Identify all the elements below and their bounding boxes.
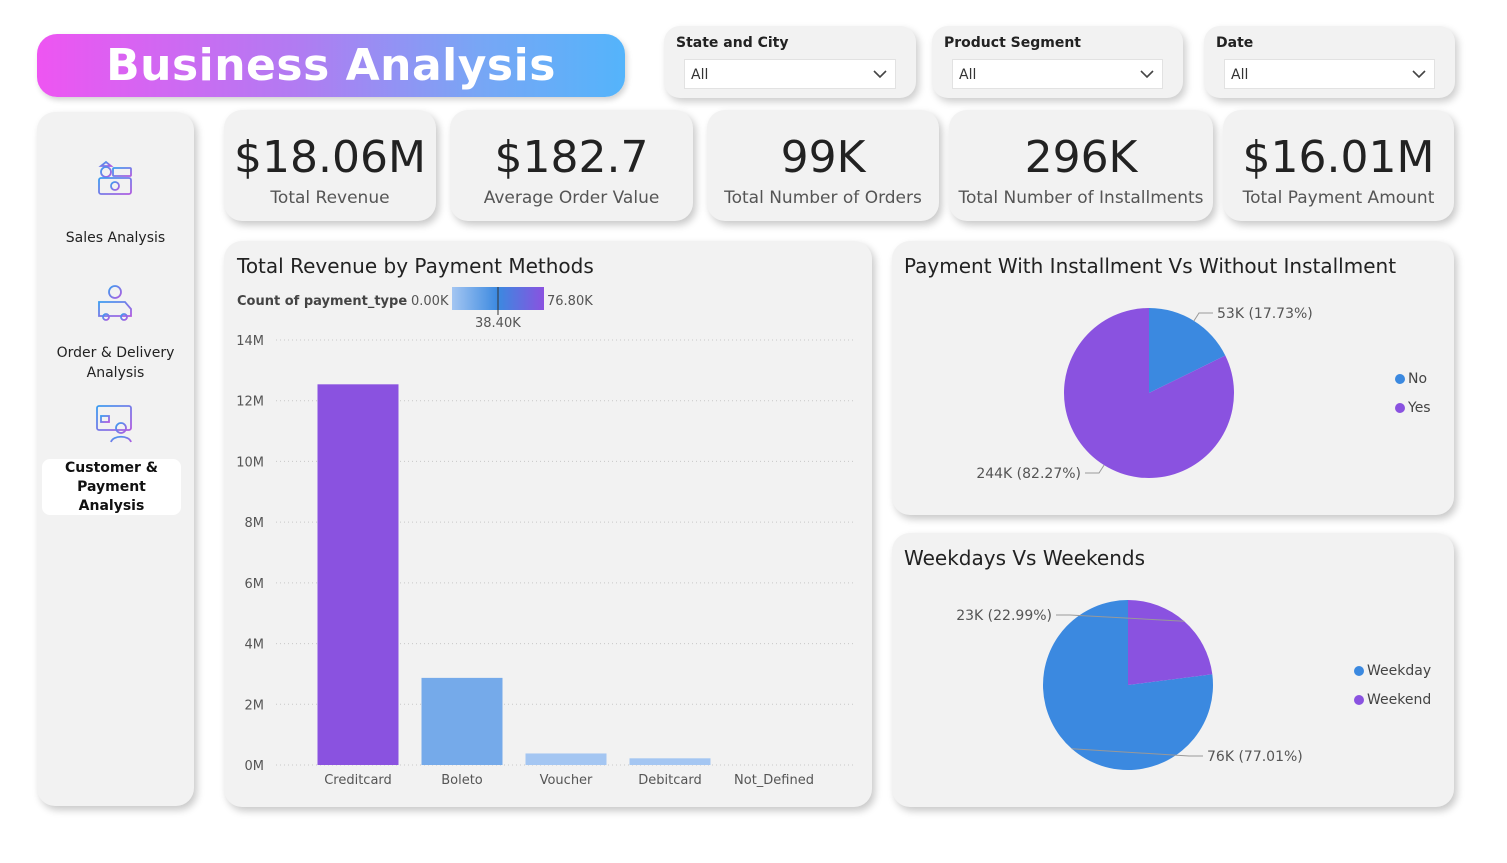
- x-tick-label: Boleto: [441, 773, 483, 788]
- state-city-dropdown[interactable]: All: [684, 59, 896, 89]
- legend-item-yes[interactable]: Yes: [1395, 400, 1431, 416]
- kpi-value: $182.7: [494, 132, 649, 183]
- sidebar-item-order-delivery[interactable]: Order & Delivery Analysis: [37, 343, 194, 383]
- y-tick-label: 14M: [236, 334, 264, 349]
- sidebar-item-label: Customer & Payment Analysis: [65, 459, 158, 514]
- slice-data-label: 53K (17.73%): [1217, 306, 1313, 322]
- revenue-by-payment-card: Total Revenue by Payment Methods Count o…: [224, 241, 872, 807]
- kpi-value: 296K: [1024, 132, 1138, 183]
- slicer-label: State and City: [676, 35, 789, 51]
- legend-dot: [1354, 666, 1364, 676]
- legend-dot: [1395, 403, 1405, 413]
- y-tick-label: 10M: [236, 455, 264, 470]
- kpi-value: $18.06M: [234, 132, 426, 183]
- dashboard: Business Analysis State and City All Pro…: [0, 0, 1507, 863]
- kpi-label: Total Number of Orders: [724, 188, 922, 208]
- legend-label: Weekday: [1367, 663, 1432, 679]
- y-tick-label: 0M: [245, 759, 265, 774]
- bar[interactable]: [525, 753, 607, 765]
- chevron-down-icon: [1412, 70, 1426, 79]
- sidebar-item-label: Order & Delivery Analysis: [56, 345, 175, 381]
- legend-title: Count of payment_type: [237, 294, 407, 309]
- slice-data-label: 76K (77.01%): [1207, 749, 1303, 765]
- dropdown-value: All: [691, 67, 709, 83]
- y-tick-label: 4M: [245, 638, 265, 653]
- money-cash-icon[interactable]: [93, 158, 137, 202]
- kpi-total-revenue: $18.06M Total Revenue: [224, 110, 436, 221]
- bar[interactable]: [629, 758, 711, 765]
- customer-payment-icon[interactable]: [93, 402, 137, 446]
- y-tick-label: 8M: [245, 516, 265, 531]
- x-tick-label: Debitcard: [638, 773, 701, 788]
- kpi-label: Total Payment Amount: [1242, 188, 1435, 208]
- state-city-slicer: State and City All: [664, 26, 916, 98]
- x-tick-label: Creditcard: [324, 773, 392, 788]
- y-tick-label: 12M: [236, 395, 264, 410]
- slice-data-label: 244K (82.27%): [976, 466, 1081, 482]
- bar[interactable]: [421, 677, 503, 765]
- dropdown-value: All: [959, 67, 977, 83]
- product-segment-slicer: Product Segment All: [932, 26, 1183, 98]
- legend-label: Weekend: [1367, 692, 1432, 708]
- y-tick-label: 2M: [245, 698, 265, 713]
- kpi-average-order-value: $182.7 Average Order Value: [450, 110, 693, 221]
- y-tick-label: 6M: [245, 577, 265, 592]
- bar[interactable]: [317, 384, 399, 765]
- legend-mid-label: 38.40K: [475, 316, 521, 331]
- kpi-value: $16.01M: [1242, 132, 1435, 183]
- date-dropdown[interactable]: All: [1224, 59, 1435, 89]
- chevron-down-icon: [873, 70, 887, 79]
- page-title: Business Analysis: [106, 40, 556, 91]
- installment-pie-card: Payment With Installment Vs Without Inst…: [892, 241, 1454, 515]
- kpi-label: Average Order Value: [483, 188, 660, 208]
- sidebar: Sales Analysis Order & Delivery Analysis: [37, 112, 194, 806]
- chevron-down-icon: [1140, 70, 1154, 79]
- kpi-total-payment-amount: $16.01M Total Payment Amount: [1223, 110, 1454, 221]
- legend-item-no[interactable]: No: [1395, 371, 1427, 387]
- legend-item-weekend[interactable]: Weekend: [1354, 692, 1431, 708]
- legend-dot: [1395, 374, 1405, 384]
- dropdown-value: All: [1231, 67, 1249, 83]
- kpi-total-installments: 296K Total Number of Installments: [949, 110, 1213, 221]
- leader-line: [1193, 312, 1213, 322]
- date-slicer: Date All: [1204, 26, 1455, 98]
- pie-slice-weekend[interactable]: [1128, 600, 1213, 685]
- leader-line: [1085, 464, 1105, 474]
- x-tick-label: Not_Defined: [734, 773, 814, 788]
- sidebar-item-sales[interactable]: Sales Analysis: [37, 228, 194, 248]
- delivery-truck-icon[interactable]: [93, 282, 137, 326]
- slice-data-label: 23K (22.99%): [956, 608, 1052, 624]
- slicer-label: Date: [1216, 35, 1254, 51]
- legend-dot: [1354, 695, 1364, 705]
- kpi-label: Total Revenue: [270, 188, 390, 208]
- slicer-label: Product Segment: [944, 35, 1081, 51]
- legend-label: No: [1408, 371, 1428, 387]
- weekday-pie-card: Weekdays Vs Weekends 76K (77.01%) 23K (22…: [892, 533, 1454, 807]
- installment-pie-chart: 53K (17.73%) 244K (82.27%): [976, 306, 1313, 482]
- kpi-label: Total Number of Installments: [958, 188, 1204, 208]
- kpi-total-orders: 99K Total Number of Orders: [707, 110, 939, 221]
- title-banner: Business Analysis: [37, 34, 625, 97]
- sidebar-item-customer-payment[interactable]: Customer & Payment Analysis: [42, 459, 181, 515]
- product-segment-dropdown[interactable]: All: [952, 59, 1163, 89]
- legend-item-weekday[interactable]: Weekday: [1354, 663, 1431, 679]
- x-tick-label: Voucher: [540, 773, 593, 788]
- legend-min-label: 0.00K: [411, 294, 449, 309]
- kpi-value: 99K: [780, 132, 866, 183]
- legend-max-label: 76.80K: [547, 294, 593, 309]
- bar-chart: Count of payment_type 0.00K 76.80K 38.40…: [236, 287, 856, 788]
- legend-label: Yes: [1408, 400, 1431, 416]
